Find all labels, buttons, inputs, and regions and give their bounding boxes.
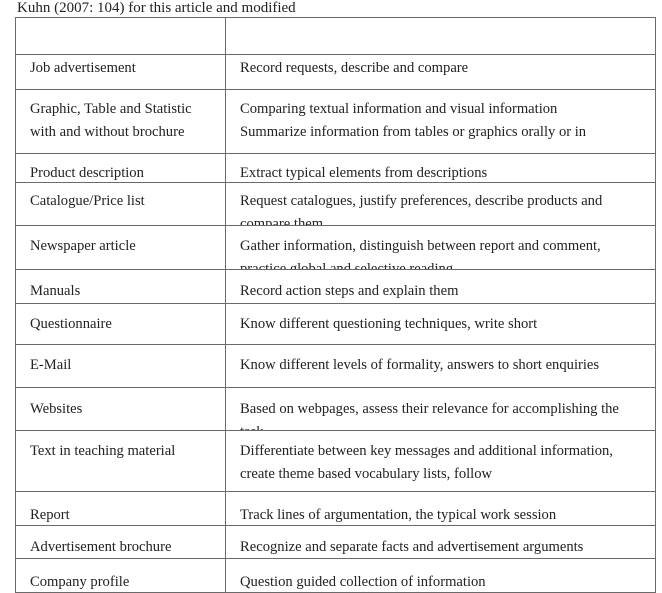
activities-cell: Question guided collection of informatio… xyxy=(225,558,656,593)
activities-cell: Differentiate between key messages and a… xyxy=(225,430,656,492)
header-cell xyxy=(15,17,226,55)
table-row: Job advertisement Record requests, descri… xyxy=(15,54,656,90)
activities-cell: Know different levels of formality, answ… xyxy=(225,344,656,388)
text-type-cell: Advertisement brochure xyxy=(15,525,226,559)
table-header-row xyxy=(15,17,656,55)
text-type-cell: Text in teaching material xyxy=(15,430,226,492)
table-row: Websites Based on webpages, assess their … xyxy=(15,387,656,431)
text-type-cell: Product description xyxy=(15,153,226,183)
table-row: E-Mail Know different levels of formality… xyxy=(15,344,656,388)
text-type-cell: Job advertisement xyxy=(15,54,226,90)
table-row: Product description Extract typical eleme… xyxy=(15,153,656,183)
activities-cell: Recognize and separate facts and adverti… xyxy=(225,525,656,559)
table-row: Advertisement brochure Recognize and sepa… xyxy=(15,525,656,559)
table-row: Company profile Question guided collectio… xyxy=(15,558,656,593)
table-row: Questionnaire Know different questioning … xyxy=(15,303,656,345)
activities-cell: Based on webpages, assess their relevanc… xyxy=(225,387,656,431)
table-caption: Kuhn (2007: 104) for this article and mo… xyxy=(17,0,296,16)
text-type-cell: Websites xyxy=(15,387,226,431)
activities-cell: Comparing textual information and visual… xyxy=(225,89,656,154)
table-row: Catalogue/Price list Request catalogues, … xyxy=(15,182,656,226)
text-type-cell: E-Mail xyxy=(15,344,226,388)
text-types-table: Job advertisement Record requests, descri… xyxy=(15,17,656,593)
text-type-cell: Company profile xyxy=(15,558,226,593)
table-row: Manuals Record action steps and explain t… xyxy=(15,269,656,304)
table-row: Report Track lines of argumentation, the … xyxy=(15,491,656,526)
table-row: Text in teaching material Differentiate b… xyxy=(15,430,656,492)
activities-cell: Extract typical elements from descriptio… xyxy=(225,153,656,183)
text-type-cell: Graphic, Table and Statistic with and wi… xyxy=(15,89,226,154)
text-type-cell: Report xyxy=(15,491,226,526)
activities-cell: Gather information, distinguish between … xyxy=(225,225,656,270)
text-type-cell: Catalogue/Price list xyxy=(15,182,226,226)
text-type-cell: Manuals xyxy=(15,269,226,304)
table-row: Graphic, Table and Statistic with and wi… xyxy=(15,89,656,154)
activities-cell: Record requests, describe and compare xyxy=(225,54,656,90)
activities-cell: Record action steps and explain them xyxy=(225,269,656,304)
activities-cell: Know different questioning techniques, w… xyxy=(225,303,656,345)
table-row: Newspaper article Gather information, dis… xyxy=(15,225,656,270)
text-type-cell: Newspaper article xyxy=(15,225,226,270)
header-cell xyxy=(225,17,656,55)
activities-cell: Track lines of argumentation, the typica… xyxy=(225,491,656,526)
activities-cell: Request catalogues, justify preferences,… xyxy=(225,182,656,226)
text-type-cell: Questionnaire xyxy=(15,303,226,345)
